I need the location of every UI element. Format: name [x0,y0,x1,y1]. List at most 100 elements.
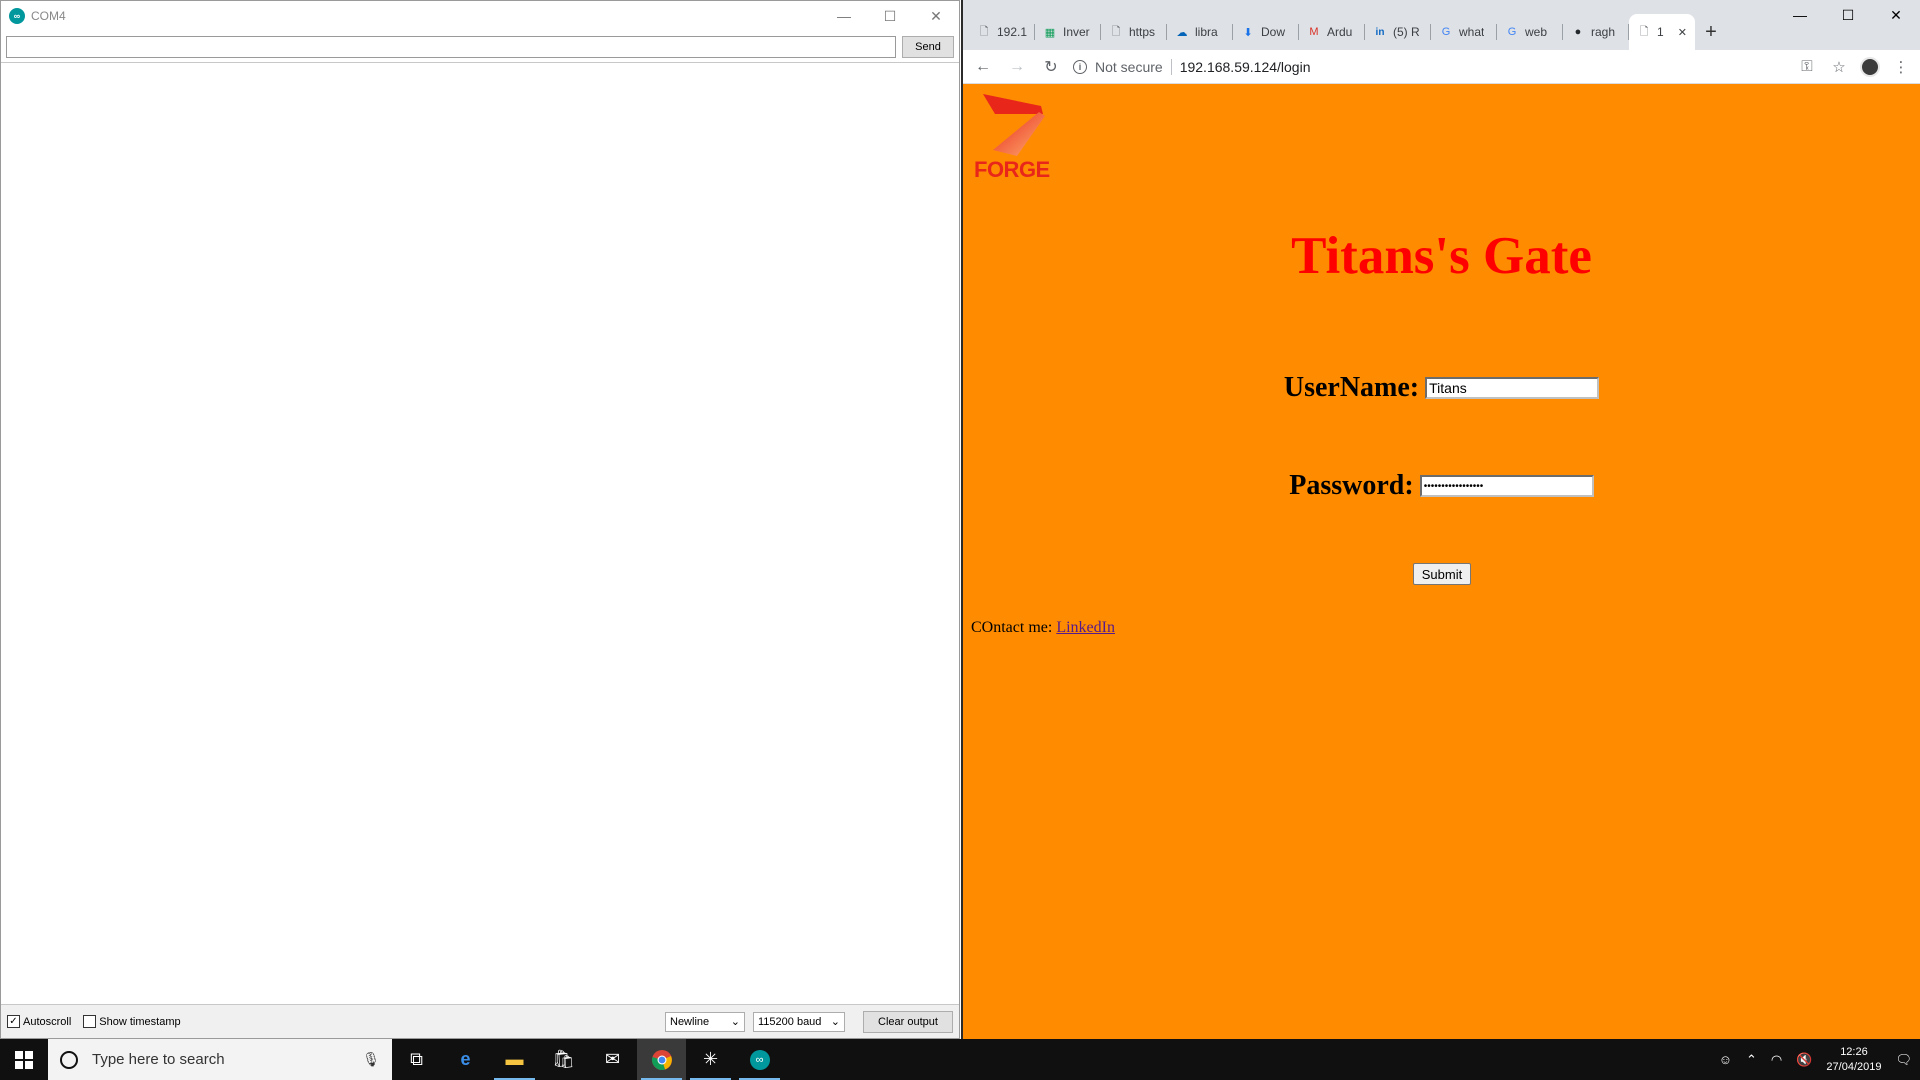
tab-title: 192.1 [997,25,1027,39]
browser-tab[interactable]: in (5) R [1365,14,1431,50]
browser-tab[interactable]: 🗋 https [1101,14,1167,50]
browser-tab[interactable]: ☁ libra [1167,14,1233,50]
submit-button[interactable]: Submit [1413,563,1471,585]
slack-icon[interactable]: ✳ [686,1039,735,1080]
google-icon: G [1507,26,1517,38]
tab-title: 1 [1657,25,1664,39]
login-page: FORGE Titans's Gate UserName: Titans Pas… [963,84,1920,1039]
linkedin-icon: in [1375,26,1385,38]
close-icon[interactable]: ✕ [913,1,959,31]
browser-tab[interactable]: 🗋 192.1 [969,14,1035,50]
tab-title: https [1129,25,1156,39]
tab-title: Dow [1261,25,1286,39]
baud-rate-select[interactable]: 115200 baud ⌄ [753,1011,845,1032]
page-icon: 🗋 [979,25,989,38]
address-bar[interactable]: i Not secure 192.168.59.124/login [1073,53,1786,81]
username-label: UserName: [1283,372,1420,403]
taskbar-search[interactable]: Type here to search 🎙 [48,1039,392,1080]
browser-tab[interactable]: Gwhat [1431,14,1497,50]
divider [1170,58,1172,75]
avatar[interactable] [1860,56,1880,77]
onedrive-icon: ☁ [1176,26,1188,39]
browser-tab[interactable]: ⬇ Dow [1233,14,1299,50]
contact-label: COntact me: [971,619,1053,636]
browser-tab[interactable]: ● ragh [1563,14,1629,50]
tab-strip: 🗋 192.1 ▦ Inver 🗋 https ☁ libra ⬇ Dow M Ardu in (5) R… [963,0,1920,50]
notification-icon[interactable]: 🗨 [1895,1052,1912,1068]
back-icon[interactable]: ← [971,55,995,79]
tab-title: (5) R [1393,25,1420,39]
checkbox-unchecked-icon [83,1015,97,1028]
speaker-muted-icon[interactable]: 🔇 [1796,1052,1812,1068]
microphone-icon[interactable]: 🎙 [362,1051,380,1068]
serial-window-title: COM4 [31,9,66,23]
arduino-logo-icon: ∞ [9,8,25,24]
browser-tab[interactable]: 🗋 1 ✕ [1629,14,1695,50]
url-text[interactable]: 192.168.59.124/login [1180,59,1311,75]
file-explorer-icon[interactable]: ▬ [490,1039,539,1080]
serial-bottom-bar: ✓ Autoscroll Show timestamp Newline ⌄ 11… [1,1004,959,1038]
sheets-icon: ▦ [1044,26,1056,39]
browser-tab[interactable]: Gweb [1497,14,1563,50]
browser-tab[interactable]: ▦ Inver [1035,14,1101,50]
browser-toolbar: ← → ↻ i Not secure 192.168.59.124/login … [963,50,1920,84]
username-input[interactable]: Titans [1425,377,1600,399]
chevron-up-icon[interactable]: ⌃ [1746,1052,1757,1068]
logo-text: FORGE [974,157,1050,182]
wifi-icon[interactable]: ◠ [1771,1052,1782,1068]
page-icon: 🗋 [1111,25,1121,38]
minimize-icon[interactable]: — [821,1,867,31]
tab-title: what [1459,25,1485,39]
arduino-icon[interactable]: ∞ [735,1039,784,1080]
maximize-icon[interactable]: ☐ [867,1,913,31]
password-row: Password: ••••••••••••••••• [963,470,1920,502]
password-label: Password: [1289,470,1414,501]
task-view-icon[interactable]: ⧉ [392,1039,441,1080]
chevron-down-icon: ⌄ [730,1016,740,1028]
page-icon: 🗋 [1639,25,1649,38]
close-tab-icon[interactable]: ✕ [1678,26,1687,39]
taskbar: Type here to search 🎙 ⧉ e ▬ 🛍 ✉ ✳ ∞ ☺ ⌃ … [0,1039,1920,1080]
info-icon[interactable]: i [1073,59,1087,74]
mail-icon[interactable]: ✉ [588,1039,637,1080]
store-icon[interactable]: 🛍 [539,1039,588,1080]
arduino-logo-icon: ∞ [749,1049,770,1070]
start-button[interactable] [0,1039,48,1080]
linkedin-link[interactable]: LinkedIn [1056,619,1115,636]
clear-output-button[interactable]: Clear output [863,1010,953,1033]
google-icon: G [1441,26,1451,38]
menu-icon[interactable]: ⋮ [1890,56,1912,78]
edge-icon[interactable]: e [441,1039,490,1080]
github-icon: ● [1574,26,1582,38]
show-timestamp-checkbox[interactable]: Show timestamp [83,1015,181,1028]
reload-icon[interactable]: ↻ [1039,55,1063,79]
search-placeholder: Type here to search [92,1051,225,1068]
serial-output-area[interactable] [3,64,957,1002]
serial-titlebar: ∞ COM4 — ☐ ✕ [1,1,959,31]
password-input[interactable]: ••••••••••••••••• [1419,475,1594,497]
line-ending-select[interactable]: Newline ⌄ [665,1011,745,1032]
chrome-logo-icon [651,1049,672,1070]
clock[interactable]: 12:26 27/04/2019 [1826,1045,1881,1075]
tab-title: Inver [1063,25,1090,39]
maximize-icon[interactable]: ☐ [1824,0,1872,30]
forward-icon[interactable]: → [1005,55,1029,79]
clock-time: 12:26 [1840,1045,1868,1058]
chrome-icon[interactable] [637,1039,686,1080]
star-icon[interactable]: ☆ [1828,56,1850,78]
send-button[interactable]: Send [902,36,954,58]
serial-command-input[interactable] [6,36,896,58]
serial-monitor-window: ∞ COM4 — ☐ ✕ Send ✓ Autoscroll Show time… [0,0,960,1039]
autoscroll-checkbox[interactable]: ✓ Autoscroll [7,1015,71,1028]
minimize-icon[interactable]: — [1776,0,1824,30]
key-icon[interactable]: ⚿ [1796,56,1818,78]
browser-tab[interactable]: M Ardu [1299,14,1365,50]
baud-rate-value: 115200 baud [758,1015,822,1028]
autoscroll-label: Autoscroll [23,1015,72,1028]
people-icon[interactable]: ☺ [1719,1052,1732,1067]
chrome-window: 🗋 192.1 ▦ Inver 🗋 https ☁ libra ⬇ Dow M Ardu in (5) R… [961,0,1920,1039]
close-icon[interactable]: ✕ [1872,0,1920,30]
new-tab-button[interactable]: + [1695,14,1727,50]
clock-date: 27/04/2019 [1826,1060,1882,1073]
tab-title: web [1525,25,1548,39]
